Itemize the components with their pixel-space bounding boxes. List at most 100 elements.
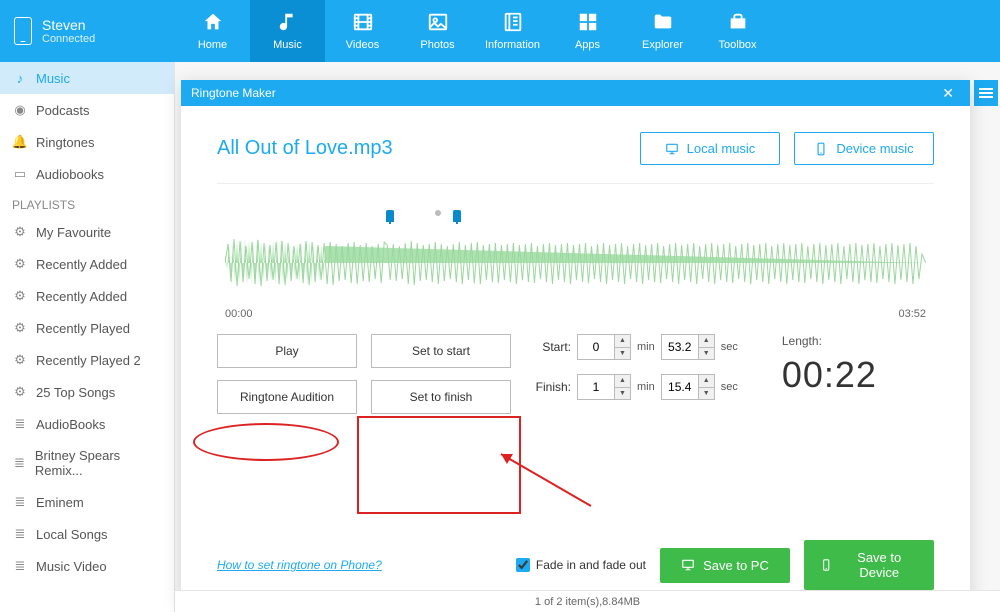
information-icon [501,11,525,33]
length-label: Length: [782,334,877,348]
sidebar-item-audiobooks-pl[interactable]: ≣AudioBooks [0,408,174,440]
device-name: Steven [42,17,95,33]
status-bar: 1 of 2 item(s),8.84MB [175,590,1000,612]
sidebar-item-recently-played-2[interactable]: ⚙Recently Played 2 [0,344,174,376]
down-icon[interactable]: ▼ [615,388,630,400]
videos-icon [351,11,375,33]
up-icon[interactable]: ▲ [699,375,714,388]
up-icon[interactable]: ▲ [615,335,630,348]
main-area: Ringtone Maker ✕ All Out of Love.mp3 Loc… [175,62,1000,612]
nav-videos[interactable]: Videos [325,0,400,62]
sidebar-item-podcasts[interactable]: ◉Podcasts [0,94,174,126]
sidebar-item-ringtones[interactable]: 🔔Ringtones [0,126,174,158]
save-to-pc-button[interactable]: Save to PC [660,548,790,583]
play-button[interactable]: Play [217,334,357,368]
sidebar-item-audiobooks[interactable]: ▭Audiobooks [0,158,174,190]
waveform[interactable] [225,224,926,302]
fade-checkbox-input[interactable] [516,558,530,572]
finish-sec-input[interactable]: ▲▼ [661,374,715,400]
start-handle[interactable] [386,210,394,222]
nav-explorer[interactable]: Explorer [625,0,700,62]
help-link[interactable]: How to set ringtone on Phone? [217,558,382,572]
sidebar-item-25-top-songs[interactable]: ⚙25 Top Songs [0,376,174,408]
sidebar-item-eminem[interactable]: ≣Eminem [0,486,174,518]
apps-icon [576,11,600,33]
waveform-svg [225,224,926,302]
annotation-arrow [481,446,601,516]
playlist-icon: ≣ [12,416,28,432]
start-min-input[interactable]: ▲▼ [577,334,631,360]
set-finish-button[interactable]: Set to finish [371,380,511,414]
nav-apps[interactable]: Apps [550,0,625,62]
finish-min-input[interactable]: ▲▼ [577,374,631,400]
nav-home[interactable]: Home [175,0,250,62]
home-icon [201,11,225,33]
start-sec-input[interactable]: ▲▼ [661,334,715,360]
device-music-button[interactable]: Device music [794,132,934,165]
start-label: Start: [531,340,571,354]
sidebar-item-britney[interactable]: ≣Britney Spears Remix... [0,440,174,486]
toolbox-icon [726,11,750,33]
device-info: Steven Connected [0,0,175,62]
bell-icon: 🔔 [12,134,28,150]
fade-checkbox[interactable]: Fade in and fade out [516,558,646,572]
divider [217,183,934,184]
up-icon[interactable]: ▲ [615,375,630,388]
annotation-box [357,416,521,514]
playlist-icon: ≣ [12,526,28,542]
top-bar: Steven Connected Home Music Videos Photo… [0,0,1000,62]
modal-title: Ringtone Maker [191,86,276,100]
nav-photos[interactable]: Photos [400,0,475,62]
audition-button[interactable]: Ringtone Audition [217,380,357,414]
down-icon[interactable]: ▼ [615,348,630,360]
sidebar-item-music-video[interactable]: ≣Music Video [0,550,174,582]
local-music-button[interactable]: Local music [640,132,780,165]
phone-icon [820,558,832,572]
gear-icon: ⚙ [12,352,28,368]
sidebar-item-recently-added-2[interactable]: ⚙Recently Added [0,280,174,312]
finish-label: Finish: [531,380,571,394]
playlists-header: PLAYLISTS [0,190,174,216]
down-icon[interactable]: ▼ [699,388,714,400]
gear-icon: ⚙ [12,288,28,304]
song-title: All Out of Love.mp3 [217,137,626,160]
book-icon: ▭ [12,166,28,182]
gear-icon: ⚙ [12,256,28,272]
hamburger-icon [979,92,993,94]
sidebar-item-local-songs[interactable]: ≣Local Songs [0,518,174,550]
device-status: Connected [42,33,95,45]
sidebar: ♪Music ◉Podcasts 🔔Ringtones ▭Audiobooks … [0,62,175,612]
status-text: 1 of 2 item(s),8.84MB [535,596,640,608]
finish-handle[interactable] [453,210,461,222]
sidebar-item-favourite[interactable]: ⚙My Favourite [0,216,174,248]
monitor-icon [665,142,679,156]
gear-icon: ⚙ [12,224,28,240]
time-end: 03:52 [898,308,926,320]
nav-music[interactable]: Music [250,0,325,62]
up-icon[interactable]: ▲ [699,335,714,348]
time-start: 00:00 [225,308,253,320]
music-icon: ♪ [12,70,28,86]
music-icon [276,11,300,33]
playlist-icon: ≣ [12,455,27,471]
explorer-icon [651,11,675,33]
menu-button[interactable] [974,80,998,106]
save-to-device-button[interactable]: Save to Device [804,540,934,590]
down-icon[interactable]: ▼ [699,348,714,360]
photos-icon [426,11,450,33]
nav-toolbox[interactable]: Toolbox [700,0,775,62]
sidebar-item-recently-played[interactable]: ⚙Recently Played [0,312,174,344]
playhead-dot [435,210,441,216]
sidebar-item-music[interactable]: ♪Music [0,62,174,94]
ringtone-maker-modal: Ringtone Maker ✕ All Out of Love.mp3 Loc… [181,80,970,608]
time-labels: 00:00 03:52 [225,308,926,320]
playlist-icon: ≣ [12,494,28,510]
set-start-button[interactable]: Set to start [371,334,511,368]
sidebar-item-recently-added[interactable]: ⚙Recently Added [0,248,174,280]
monitor-icon [681,558,695,572]
close-button[interactable]: ✕ [936,85,960,102]
annotation-ellipse [193,423,339,461]
podcast-icon: ◉ [12,102,28,118]
nav-information[interactable]: Information [475,0,550,62]
gear-icon: ⚙ [12,320,28,336]
